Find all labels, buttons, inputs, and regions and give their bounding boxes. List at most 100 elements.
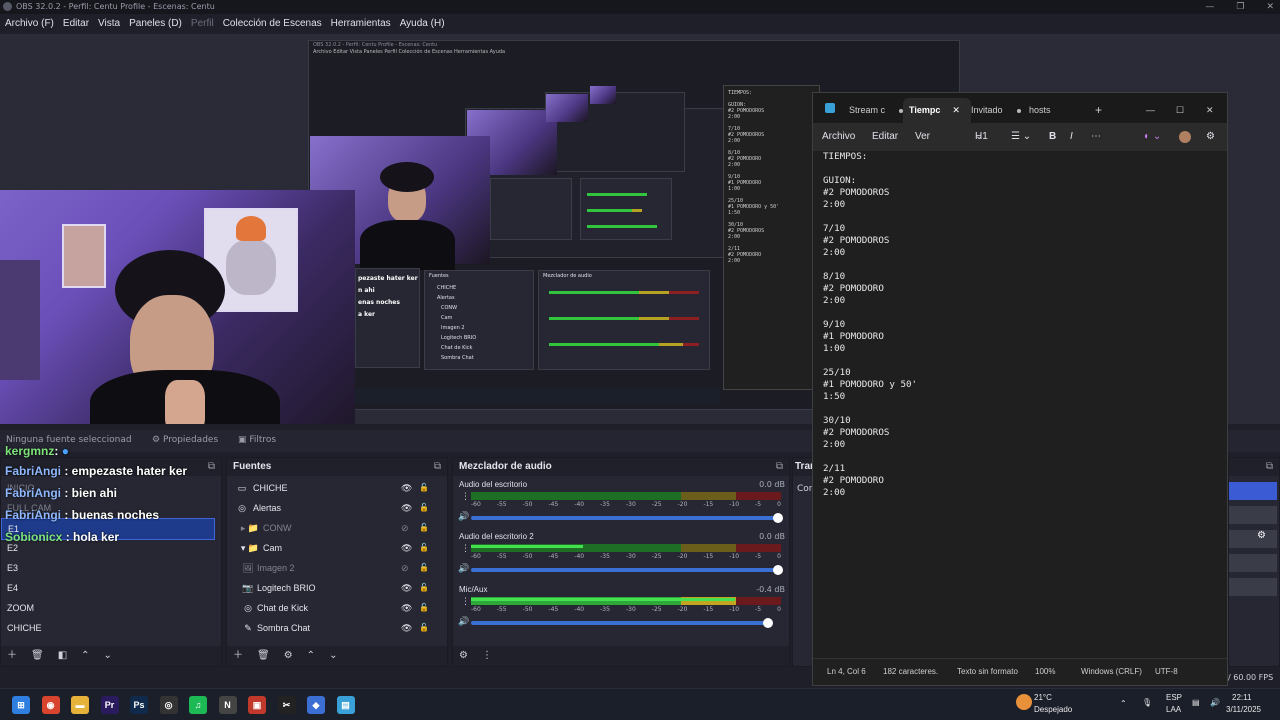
chrome-icon[interactable]: ◉ [41, 696, 60, 714]
volume-icon[interactable]: 🔊 [1210, 698, 1220, 707]
weather-desc[interactable]: Despejado [1034, 705, 1072, 714]
notepad-icon[interactable]: ▤ [336, 696, 355, 714]
menu-archivo[interactable]: Archivo (F) [5, 15, 54, 33]
keyboard-layout[interactable]: LAA [1166, 705, 1181, 714]
remove-source-button[interactable]: 🗑 [257, 646, 270, 666]
scene-down-button[interactable]: ⌄ [104, 646, 112, 666]
minimize-button[interactable]: — [1205, 0, 1214, 14]
visibility-eye-icon[interactable]: 👁 [401, 618, 412, 638]
sources-float-icon[interactable]: ⧉ [434, 458, 441, 476]
scene-filters-button[interactable]: ◧ [58, 646, 67, 666]
menu-herramientas[interactable]: Herramientas [331, 15, 391, 33]
settings-gear-icon[interactable]: ⚙ [1257, 530, 1266, 541]
visibility-eye-icon[interactable]: 👁 [401, 478, 412, 498]
source-item-conw[interactable]: ▸ 📁 CONW ⊘ 🔓 [227, 518, 439, 538]
notion-icon[interactable]: N [218, 696, 237, 714]
notepad-editor[interactable]: TIEMPOS: GUION: #2 POMODOROS 2:00 7/10 #… [813, 151, 1227, 659]
close-tab-icon[interactable]: ✕ [952, 105, 960, 115]
start-streaming-button[interactable] [1229, 482, 1277, 500]
close-button[interactable]: ✕ [1266, 0, 1274, 14]
source-item-cam[interactable]: ▾ 📁 Cam 👁 🔓 [227, 538, 439, 558]
microphone-icon[interactable]: 🎙 [1142, 698, 1152, 707]
network-icon[interactable]: ▤ [1192, 698, 1200, 707]
filters-button[interactable]: ▣ Filtros [238, 435, 276, 445]
mixer-float-icon[interactable]: ⧉ [776, 458, 783, 476]
volume-slider[interactable] [471, 618, 773, 628]
menu-paneles[interactable]: Paneles (D) [129, 15, 182, 33]
spotify-icon[interactable]: ♫ [189, 696, 207, 714]
menu-ayuda[interactable]: Ayuda (H) [400, 15, 445, 33]
tab-hosts[interactable]: hosts [1029, 98, 1069, 123]
notepad-maximize-button[interactable]: ☐ [1176, 98, 1184, 123]
studio-mode-button[interactable] [1229, 554, 1277, 572]
windows-start-icon[interactable]: ⊞ [12, 696, 30, 714]
file-explorer-icon[interactable]: ▬ [71, 696, 89, 714]
settings-button[interactable] [1229, 578, 1277, 596]
volume-slider[interactable] [471, 565, 783, 575]
photoshop-icon[interactable]: Ps [130, 696, 148, 714]
visibility-eye-icon[interactable]: 👁 [401, 538, 412, 558]
source-item-logitech-brio[interactable]: 📷 Logitech BRIO 👁 🔓 [227, 578, 439, 598]
source-down-button[interactable]: ⌄ [329, 646, 337, 666]
lock-icon[interactable]: 🔓 [419, 538, 429, 558]
premiere-icon[interactable]: Pr [100, 696, 119, 714]
start-recording-button[interactable] [1229, 506, 1277, 524]
channel-menu-icon[interactable]: ⋮ [461, 544, 470, 554]
mixer-settings-button[interactable]: ⚙ [459, 646, 468, 666]
obs-icon[interactable]: ◎ [159, 696, 178, 714]
lock-icon[interactable]: 🔓 [419, 478, 429, 498]
speaker-icon[interactable]: 🔊 [458, 512, 469, 522]
scene-item-e3[interactable]: E3 [1, 558, 213, 578]
source-item-sombra-chat[interactable]: ✎ Sombra Chat 👁 🔓 [227, 618, 439, 638]
hidden-eye-icon[interactable]: ⊘ [401, 518, 409, 538]
bold-icon[interactable]: B [1049, 123, 1056, 151]
mixer-menu-button[interactable]: ⋮ [482, 646, 492, 666]
language-code[interactable]: ESP [1166, 693, 1182, 702]
visibility-eye-icon[interactable]: 👁 [401, 578, 412, 598]
menu-ver[interactable]: Ver [915, 123, 930, 151]
source-properties-button[interactable]: ⚙ [284, 646, 293, 666]
lock-icon[interactable]: 🔓 [419, 618, 429, 638]
controls-float-icon[interactable]: ⧉ [1266, 458, 1273, 476]
heading-dropdown[interactable]: H1 ⌄ [975, 123, 988, 151]
notepad-minimize-button[interactable]: — [1146, 98, 1155, 123]
settings-gear-icon[interactable]: ⚙ [1206, 123, 1215, 151]
weather-icon[interactable] [1016, 694, 1032, 710]
speaker-icon[interactable]: 🔊 [458, 617, 469, 627]
source-up-button[interactable]: ⌃ [307, 646, 315, 666]
copilot-icon[interactable]: ◐ ⌄ [1144, 123, 1161, 151]
clock-time[interactable]: 22:11 [1232, 693, 1251, 702]
virtual-camera-button[interactable] [1229, 530, 1277, 548]
notepad-close-button[interactable]: ✕ [1206, 98, 1214, 123]
visibility-eye-icon[interactable]: 👁 [401, 498, 412, 518]
visibility-eye-icon[interactable]: 👁 [401, 598, 412, 618]
hidden-eye-icon[interactable]: ⊘ [401, 558, 409, 578]
menu-perfil[interactable]: Perfil [191, 15, 214, 33]
speaker-icon[interactable]: 🔊 [458, 564, 469, 574]
source-item-chat-de-kick[interactable]: ◎ Chat de Kick 👁 🔓 [227, 598, 439, 618]
lock-icon[interactable]: 🔓 [419, 498, 429, 518]
app-red-icon[interactable]: ▣ [248, 696, 266, 714]
more-options-icon[interactable]: ⋯ [1091, 123, 1101, 151]
tab-tiempos[interactable]: Tiempc ✕ [903, 98, 971, 123]
lock-icon[interactable]: 🔓 [419, 578, 429, 598]
app-blue-icon[interactable]: ◆ [307, 696, 325, 714]
clock-date[interactable]: 3/11/2025 [1226, 705, 1261, 714]
new-tab-button[interactable]: + [1095, 98, 1102, 123]
italic-icon[interactable]: I [1070, 123, 1073, 151]
source-item-alertas[interactable]: ◎ Alertas 👁 🔓 [227, 498, 439, 518]
menu-editar[interactable]: Editar [63, 15, 89, 33]
weather-temp[interactable]: 21°C [1034, 693, 1052, 702]
capcut-icon[interactable]: ✂ [277, 696, 296, 714]
scene-item-e4[interactable]: E4 [1, 578, 213, 598]
menu-vista[interactable]: Vista [98, 15, 120, 33]
tray-chevron-icon[interactable]: ⌃ [1120, 699, 1127, 708]
tab-stream[interactable]: Stream c [843, 98, 907, 123]
scene-item-chiche[interactable]: CHICHE [1, 618, 213, 638]
menu-editar[interactable]: Editar [872, 123, 898, 151]
list-dropdown-icon[interactable]: ☰ ⌄ [1011, 123, 1031, 151]
avatar[interactable] [1179, 131, 1191, 143]
notepad-text[interactable]: TIEMPOS: GUION: #2 POMODOROS 2:00 7/10 #… [823, 151, 917, 499]
source-item-imagen-2[interactable]: 🖼 Imagen 2 ⊘ 🔓 [227, 558, 439, 578]
channel-menu-icon[interactable]: ⋮ [461, 597, 470, 607]
